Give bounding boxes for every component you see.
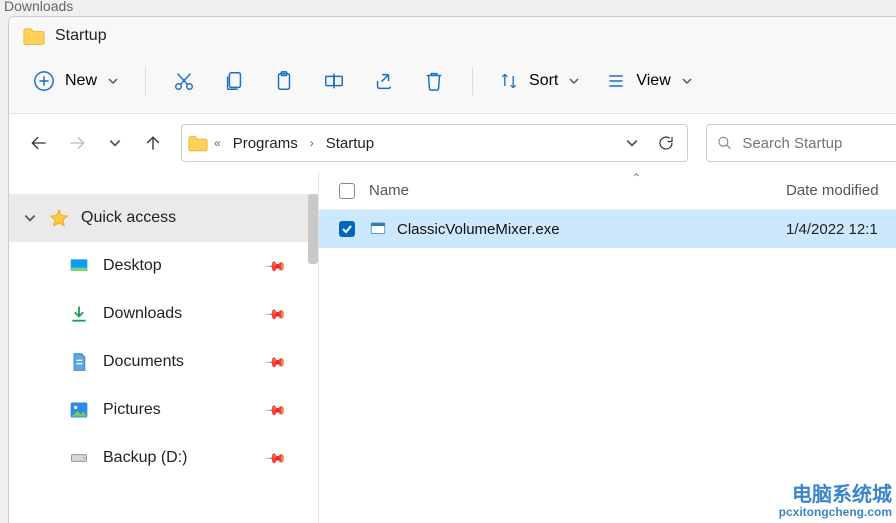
delete-button[interactable]: [412, 63, 456, 99]
column-header-date[interactable]: Date modified: [786, 182, 896, 199]
new-button[interactable]: New: [23, 64, 129, 98]
sort-icon: [499, 71, 519, 91]
sidebar-item-label: Backup (D:): [103, 449, 187, 467]
folder-icon: [188, 135, 208, 151]
folder-icon: [23, 27, 45, 45]
new-button-label: New: [65, 72, 97, 90]
chevron-down-icon: [23, 211, 37, 225]
copy-icon: [223, 70, 245, 92]
exe-file-icon: [369, 220, 387, 238]
sidebar-item-desktop[interactable]: Desktop 📌: [9, 242, 318, 290]
refresh-icon: [657, 134, 675, 152]
sidebar-item-documents[interactable]: Documents 📌: [9, 338, 318, 386]
paste-button[interactable]: [262, 63, 306, 99]
copy-button[interactable]: [212, 63, 256, 99]
sort-indicator-icon: ⌃: [631, 171, 641, 185]
cut-button[interactable]: [162, 63, 206, 99]
pin-icon: 📌: [263, 254, 287, 278]
chevron-down-icon: [107, 75, 119, 87]
titlebar: Startup: [9, 17, 896, 55]
chevron-down-icon: [108, 136, 122, 150]
chevron-down-icon: [625, 136, 639, 150]
forward-button[interactable]: [61, 127, 93, 159]
chevron-down-icon: [681, 75, 693, 87]
breadcrumb-item[interactable]: Programs: [227, 131, 304, 156]
file-row[interactable]: ClassicVolumeMixer.exe 1/4/2022 12:1: [319, 210, 896, 248]
documents-icon: [69, 352, 89, 372]
file-checkbox[interactable]: [339, 221, 355, 237]
address-bar[interactable]: « Programs › Startup: [181, 124, 688, 162]
rename-icon: [323, 70, 345, 92]
list-icon: [606, 71, 626, 91]
toolbar-divider: [472, 67, 473, 95]
file-date: 1/4/2022 12:1: [786, 221, 896, 238]
column-header-name[interactable]: Name: [369, 182, 786, 199]
file-pane: ⌃ Name Date modified ClassicVolumeMixer.…: [319, 172, 896, 523]
plus-circle-icon: [33, 70, 55, 92]
sidebar-item-label: Desktop: [103, 257, 162, 275]
share-icon: [373, 70, 395, 92]
watermark: 电脑系统城 pcxitongcheng.com: [779, 484, 892, 519]
arrow-left-icon: [29, 133, 49, 153]
sidebar-item-label: Downloads: [103, 305, 182, 323]
pin-icon: 📌: [263, 398, 287, 422]
view-button[interactable]: View: [596, 65, 702, 97]
arrow-up-icon: [143, 133, 163, 153]
trash-icon: [423, 70, 445, 92]
parent-window-label: Downloads: [4, 0, 73, 14]
scissors-icon: [173, 70, 195, 92]
sidebar-item-label: Pictures: [103, 401, 161, 419]
pin-icon: 📌: [263, 446, 287, 470]
up-button[interactable]: [137, 127, 169, 159]
sidebar-header-label: Quick access: [81, 209, 176, 227]
breadcrumb-overflow[interactable]: «: [212, 136, 223, 150]
sidebar-scrollbar[interactable]: [308, 194, 318, 264]
explorer-window: Startup New Sort: [8, 16, 896, 523]
pin-icon: 📌: [263, 350, 287, 374]
chevron-right-icon[interactable]: ›: [308, 136, 316, 150]
sidebar-item-downloads[interactable]: Downloads 📌: [9, 290, 318, 338]
search-input[interactable]: [742, 135, 886, 152]
arrow-right-icon: [67, 133, 87, 153]
sidebar-item-pictures[interactable]: Pictures 📌: [9, 386, 318, 434]
pin-icon: 📌: [263, 302, 287, 326]
column-header-row: ⌃ Name Date modified: [319, 172, 896, 210]
sort-button[interactable]: Sort: [489, 65, 590, 97]
toolbar-divider: [145, 67, 146, 95]
check-icon: [341, 223, 353, 235]
drive-icon: [69, 448, 89, 468]
refresh-button[interactable]: [651, 128, 681, 158]
window-title: Startup: [55, 27, 107, 45]
sidebar: Quick access Desktop 📌 Downloads 📌: [9, 172, 319, 523]
pictures-icon: [69, 400, 89, 420]
address-history-button[interactable]: [617, 128, 647, 158]
recent-locations-button[interactable]: [99, 127, 131, 159]
file-name: ClassicVolumeMixer.exe: [397, 221, 786, 238]
navigation-row: « Programs › Startup: [9, 114, 896, 172]
toolbar: New Sort View: [9, 55, 896, 114]
sidebar-quick-access[interactable]: Quick access: [9, 194, 318, 242]
downloads-icon: [69, 304, 89, 324]
search-icon: [717, 134, 732, 152]
sidebar-item-label: Documents: [103, 353, 184, 371]
view-button-label: View: [636, 72, 670, 90]
share-button[interactable]: [362, 63, 406, 99]
star-icon: [49, 208, 69, 228]
chevron-down-icon: [568, 75, 580, 87]
back-button[interactable]: [23, 127, 55, 159]
desktop-icon: [69, 256, 89, 276]
rename-button[interactable]: [312, 63, 356, 99]
select-all-checkbox[interactable]: [339, 183, 355, 199]
breadcrumb-item[interactable]: Startup: [320, 131, 380, 156]
sidebar-item-backup[interactable]: Backup (D:) 📌: [9, 434, 318, 482]
content-area: Quick access Desktop 📌 Downloads 📌: [9, 172, 896, 523]
search-box[interactable]: [706, 124, 896, 162]
sort-button-label: Sort: [529, 72, 558, 90]
clipboard-icon: [273, 70, 295, 92]
